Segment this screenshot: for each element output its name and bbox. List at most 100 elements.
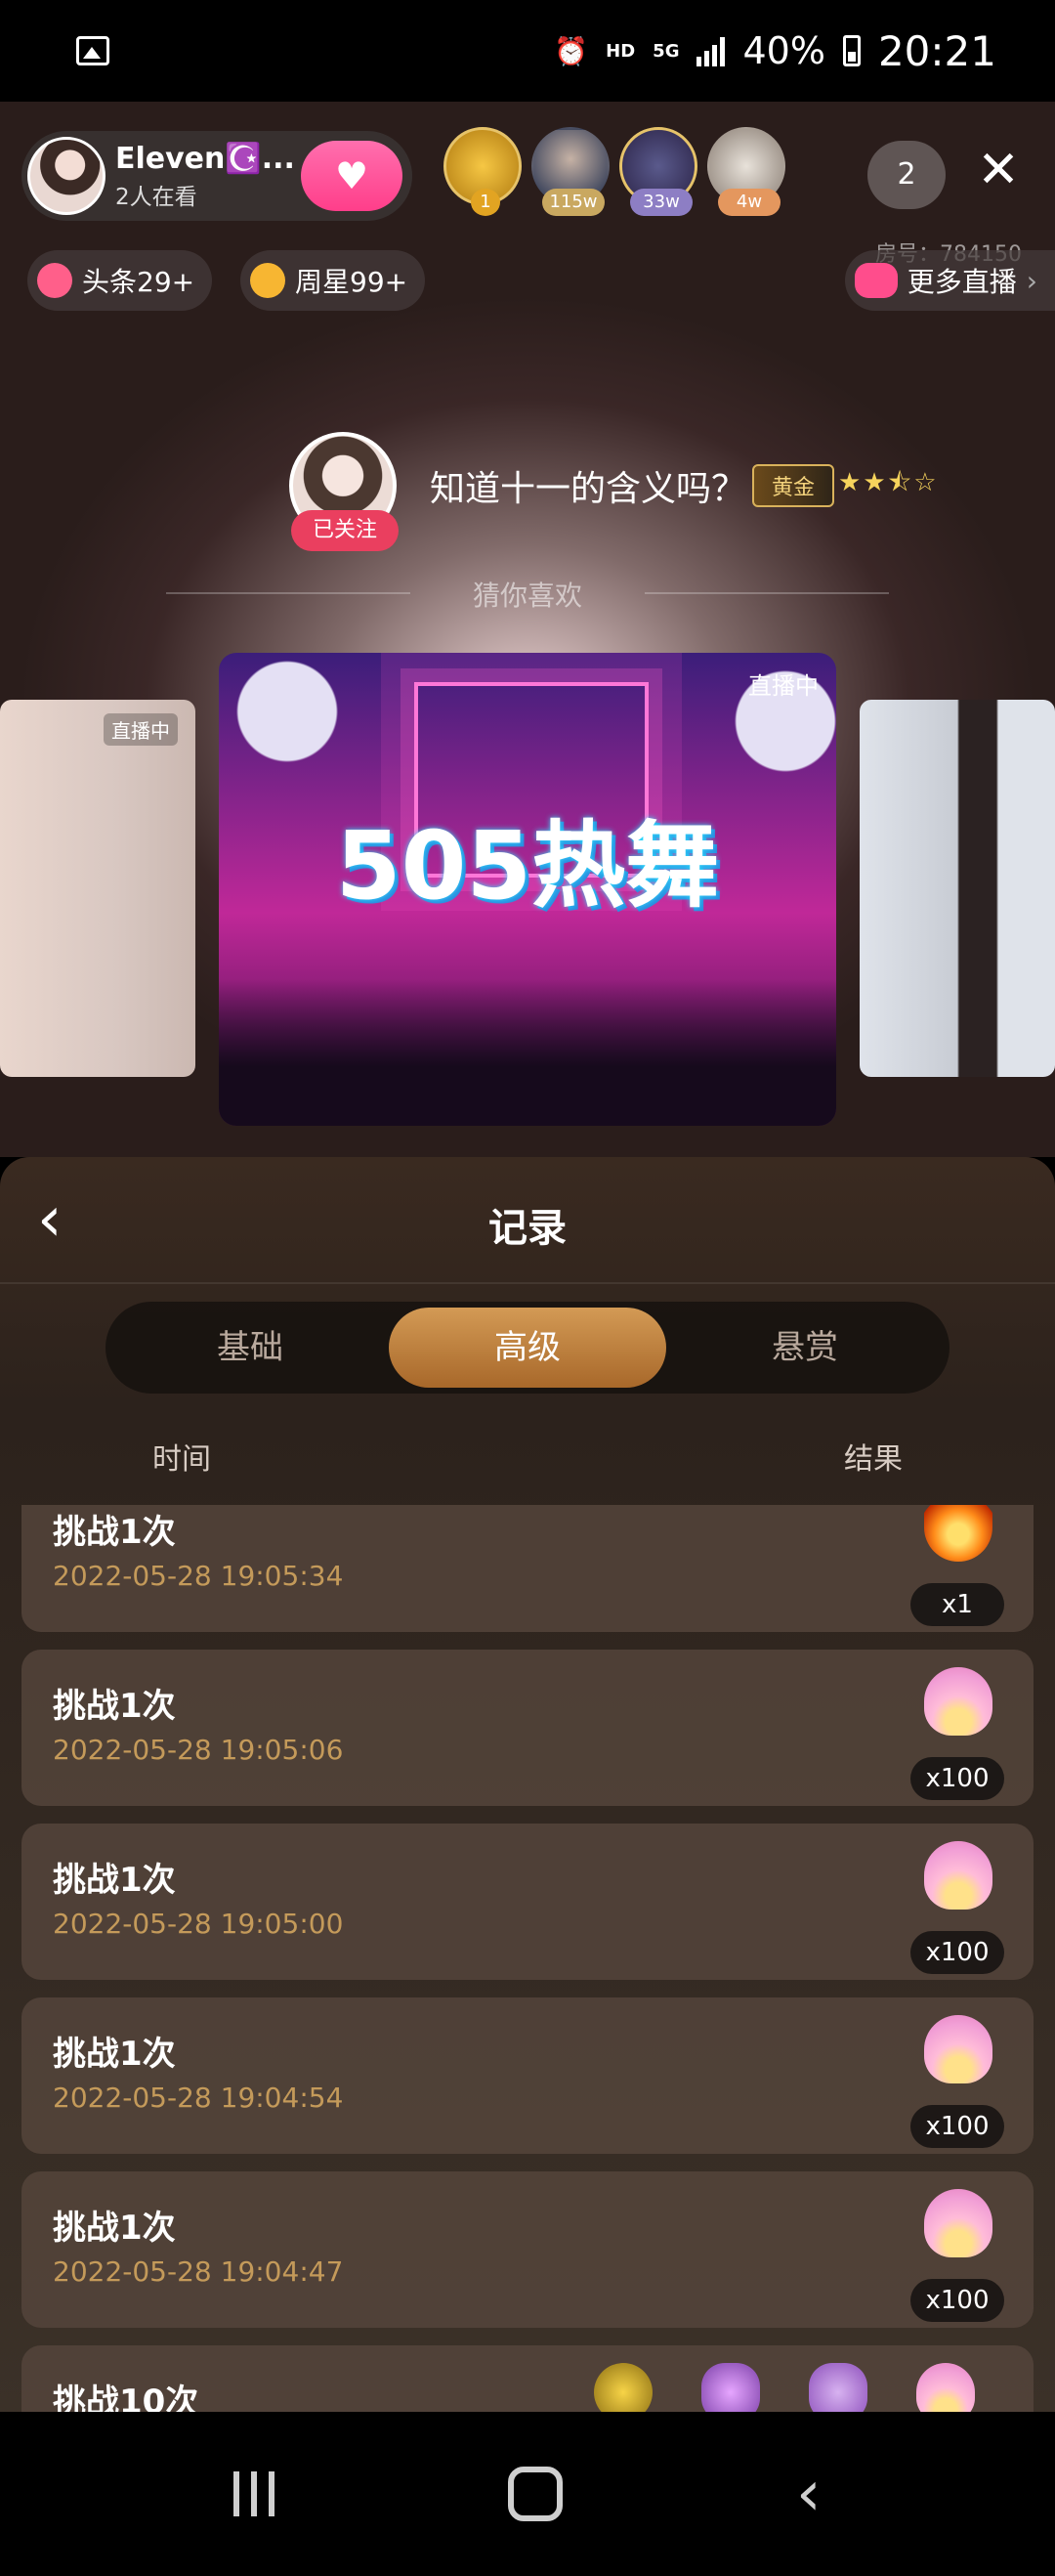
record-tabs: 基础 高级 悬赏	[106, 1302, 950, 1394]
prize: x100	[910, 1837, 1004, 1974]
prize-quantity: x100	[910, 1931, 1004, 1974]
list-item: 挑战1次 2022-05-28 19:05:06 x100	[21, 1650, 1034, 1806]
record-title: 挑战1次	[53, 2035, 176, 2074]
viewer-badge: 4w	[718, 189, 781, 216]
viewer-badge: 1	[471, 189, 500, 216]
alarm-icon: ⏰	[554, 34, 589, 67]
battery-percent: 40%	[742, 29, 825, 72]
live-chips: 头条29+ 周星99+ 更多直播 ›	[27, 250, 1055, 311]
tab-basic[interactable]: 基础	[111, 1308, 389, 1388]
star-medal-icon	[594, 2363, 653, 2412]
tab-advanced[interactable]: 高级	[389, 1308, 666, 1388]
chevron-right-icon: ›	[1026, 264, 1037, 297]
prize-quantity: x100	[910, 2279, 1004, 2322]
host-name: Eleven☪️...	[115, 141, 295, 176]
prize-quantity: x100	[910, 2105, 1004, 2148]
tab-bounty[interactable]: 悬赏	[666, 1308, 944, 1388]
heart-icon: ♥	[334, 154, 369, 197]
flame-icon	[37, 263, 72, 298]
shell-icon	[924, 2015, 992, 2083]
guess-you-like-title: 猜你喜欢	[166, 575, 889, 614]
clock: 20:21	[877, 26, 996, 75]
anchor-avatar[interactable]: 已关注	[289, 432, 399, 551]
sheet-title: 记录	[488, 1206, 567, 1251]
live-card-left[interactable]: 直播中	[0, 700, 195, 1077]
followed-badge[interactable]: 已关注	[291, 510, 399, 551]
list-item: 挑战1次 2022-05-28 19:05:34 x1	[21, 1505, 1034, 1632]
dragon-icon	[809, 2363, 867, 2412]
more-live-label: 更多直播	[907, 266, 1017, 298]
follow-heart-button[interactable]: ♥	[301, 141, 402, 211]
headline-chip[interactable]: 头条29+	[27, 250, 213, 311]
weekstar-chip[interactable]: 周星99+	[240, 250, 426, 311]
more-live-button[interactable]: 更多直播 ›	[844, 250, 1055, 311]
host-info[interactable]: Eleven☪️... 2人在看 ♥	[21, 131, 412, 221]
live-tag: 直播中	[748, 672, 819, 700]
status-bar: ⏰ HD 5G 40% 20:21	[0, 0, 1055, 102]
sheet-header: ‹ 记录	[0, 1157, 1055, 1284]
crowd-silhouette	[219, 979, 836, 1126]
viewer-avatar[interactable]: 115w	[531, 127, 610, 216]
shell-icon	[924, 2189, 992, 2257]
list-item: 挑战10次	[21, 2345, 1034, 2412]
viewer-badge: 115w	[542, 189, 605, 216]
shell-icon	[924, 1667, 992, 1736]
record-title: 挑战1次	[53, 1687, 176, 1726]
column-result: 结果	[844, 1442, 903, 1477]
viewer-avatar[interactable]: 1	[443, 127, 522, 216]
viewer-avatar[interactable]: 33w	[619, 127, 697, 216]
shell-icon	[924, 1841, 992, 1910]
record-date: 2022-05-28 19:05:00	[53, 1908, 344, 1940]
live-card-right[interactable]	[860, 700, 1055, 1077]
record-title: 挑战10次	[53, 2383, 199, 2412]
gallery-icon	[76, 36, 109, 65]
top-viewers: 1 115w 33w 4w	[443, 127, 785, 216]
list-item: 挑战1次 2022-05-28 19:04:54 x100	[21, 1997, 1034, 2154]
close-icon[interactable]: ✕	[971, 143, 1026, 197]
prize: x100	[910, 2011, 1004, 2148]
system-nav-bar: ‹	[0, 2412, 1055, 2576]
status-right: ⏰ HD 5G 40% 20:21	[554, 27, 996, 75]
prize-quantity: x100	[910, 1757, 1004, 1800]
anchor-title: 知道十一的含义吗？	[430, 469, 747, 509]
headline-label: 头条29+	[82, 266, 195, 298]
live-tag: 直播中	[104, 713, 178, 746]
list-item: 挑战1次 2022-05-28 19:05:00 x100	[21, 1824, 1034, 1980]
record-title: 挑战1次	[53, 1513, 176, 1552]
live-icon	[854, 263, 898, 298]
room-count-button[interactable]: 2	[867, 141, 946, 209]
phoenix-icon	[924, 1505, 992, 1562]
viewer-badge: 33w	[630, 189, 693, 216]
record-list[interactable]: 挑战1次 2022-05-28 19:05:34 x1 挑战1次 2022-05…	[21, 1505, 1034, 2412]
record-date: 2022-05-28 19:04:54	[53, 2082, 344, 2114]
level-label: 黄金	[752, 464, 835, 507]
host-avatar[interactable]	[27, 137, 106, 215]
prize-quantity: x1	[910, 1583, 1004, 1626]
network-label: 5G	[653, 40, 680, 62]
star-icon	[250, 263, 285, 298]
record-date: 2022-05-28 19:05:34	[53, 1560, 344, 1592]
battery-icon	[842, 35, 861, 66]
recent-apps-icon[interactable]	[233, 2471, 275, 2516]
shell-icon	[916, 2363, 975, 2412]
record-date: 2022-05-28 19:04:47	[53, 2255, 344, 2288]
level-badge: 黄金 ★★⯪☆	[752, 464, 939, 507]
prize: x100	[910, 1663, 1004, 1800]
card-logo: 505热舞	[335, 811, 720, 921]
prize	[594, 2359, 1004, 2412]
viewer-avatar[interactable]: 4w	[707, 127, 785, 216]
hd-label: HD	[606, 40, 636, 62]
column-time: 时间	[152, 1442, 211, 1477]
live-room: Eleven☪️... 2人在看 ♥ 1 115w 33w 4w 2 ✕ 房号：…	[0, 102, 1055, 1157]
record-date: 2022-05-28 19:05:06	[53, 1734, 344, 1766]
list-item: 挑战1次 2022-05-28 19:04:47 x100	[21, 2171, 1034, 2328]
host-viewer-count: 2人在看	[115, 184, 197, 210]
anchor-row: 已关注 知道十一的含义吗？ 黄金 ★★⯪☆	[289, 432, 939, 551]
home-icon[interactable]	[508, 2467, 564, 2521]
record-sheet: ‹ 记录 基础 高级 悬赏 时间 结果 挑战1次 2022-05-28 19:0…	[0, 1157, 1055, 2412]
live-card-main[interactable]: 直播中 505热舞	[219, 653, 836, 1126]
live-top-bar: Eleven☪️... 2人在看 ♥ 1 115w 33w 4w 2 ✕ 房号：…	[21, 127, 1034, 267]
signal-icon	[696, 35, 726, 66]
dragon-icon	[701, 2363, 760, 2412]
back-icon[interactable]: ‹	[796, 2463, 822, 2525]
